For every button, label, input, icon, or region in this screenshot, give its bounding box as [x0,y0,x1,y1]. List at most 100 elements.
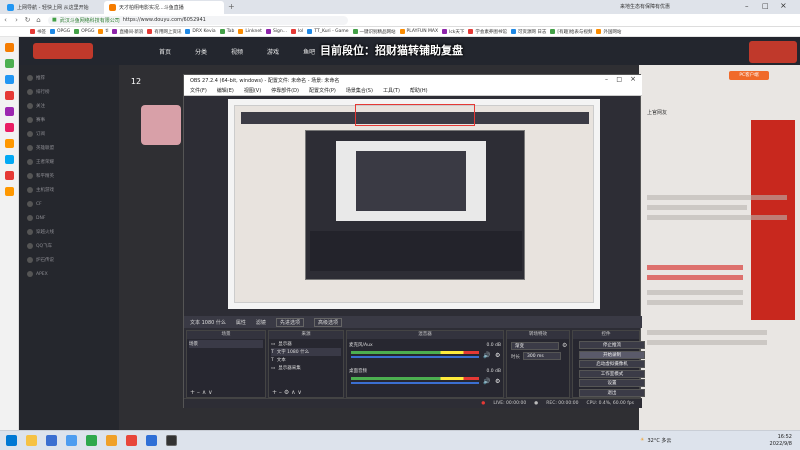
obs-minimize-icon[interactable]: – [605,76,608,83]
sidebar-item[interactable]: 主机游戏 [27,185,117,195]
obs-menu-item[interactable]: 停靠部件(D) [271,87,299,94]
obs-menu-item[interactable]: 配置文件(P) [309,87,336,94]
speaker-icon[interactable]: 🔊 [483,352,490,359]
douyu-nav-item[interactable]: 分类 [195,47,207,56]
source-toolbar-button[interactable]: 高级选项 [313,317,342,327]
ext-icon[interactable] [5,123,14,132]
gear-icon[interactable]: ⚙ [495,378,500,385]
duration-input[interactable]: 300 ms [523,352,561,360]
sidebar-item[interactable]: 和平精英 [27,171,117,181]
control-button[interactable]: 启动虚拟摄像机 [579,360,645,368]
bookmark-item[interactable]: 外国网站 [596,29,621,35]
bookmark-item[interactable]: 书签 [30,29,46,35]
obs-menu-item[interactable]: 工具(T) [383,87,400,94]
obs-menu-item[interactable]: 编辑(E) [217,87,234,94]
reload-icon[interactable]: ↻ [22,15,33,26]
forward-icon[interactable]: › [11,15,22,26]
app-icon[interactable] [146,435,157,446]
source-item[interactable]: ▭ 显示器采集 [271,364,341,372]
streamer-avatar[interactable] [141,105,181,145]
bookmark-item[interactable]: 一键识别精品网站 [352,29,396,35]
ext-icon[interactable] [5,91,14,100]
sidebar-item[interactable]: 关注 [27,101,117,111]
douyu-nav-item[interactable]: 鱼吧 [303,47,315,56]
obs-menu-item[interactable]: 帮助(H) [410,87,428,94]
bookmark-item[interactable]: 学会素养图书馆 [468,29,507,35]
control-button[interactable]: 停止推流 [579,341,645,349]
speaker-icon[interactable]: 🔊 [483,378,490,385]
ext-icon[interactable] [5,139,14,148]
source-item[interactable]: T 文本 [271,356,341,364]
sidebar-item[interactable]: CF [27,199,117,209]
windows-start-icon[interactable] [6,435,17,446]
volume-slider[interactable] [351,356,479,358]
close-icon[interactable]: × [780,1,787,10]
scene-item[interactable]: 场景 [189,340,263,348]
system-clock[interactable]: 16:52 2022/9/8 [770,434,792,448]
app-icon[interactable] [66,435,77,446]
obs-menu-item[interactable]: 文件(F) [190,87,207,94]
ext-icon[interactable] [5,187,14,196]
app-icon[interactable] [126,435,137,446]
sidebar-item[interactable]: 推荐 [27,73,117,83]
bookmark-item[interactable]: Sign... [265,29,287,34]
bookmark-item[interactable]: OPGG [50,29,70,34]
new-tab-icon[interactable]: + [228,2,235,11]
bookmark-item[interactable]: [有趣]给表与视频 [550,29,592,35]
app-icon[interactable] [86,435,97,446]
control-button[interactable]: 退出 [579,388,645,397]
maximize-icon[interactable]: □ [762,2,769,10]
source-item[interactable]: ▭ 显示器 [271,340,341,348]
weather-widget[interactable]: ☀ 32°C 多云 [640,437,671,444]
app-icon[interactable] [106,435,117,446]
bookmark-item[interactable]: PLAYFUN MAX [399,29,438,34]
bookmark-item[interactable]: DRX Kevia [185,29,216,34]
obs-taskbar-icon[interactable] [166,435,177,446]
ext-icon[interactable] [5,107,14,116]
sidebar-item[interactable]: 英雄联盟 [27,143,117,153]
bookmark-item[interactable]: OPGG [74,29,94,34]
sidebar-item[interactable]: DNF [27,213,117,223]
bookmark-item[interactable]: TT_Kuri - Game [307,29,349,34]
ext-icon[interactable] [5,59,14,68]
file-explorer-icon[interactable] [26,435,37,446]
tab-navigation[interactable]: 上网导航 - 轻快上网 从这里开始 [2,1,102,14]
obs-maximize-icon[interactable]: □ [616,76,622,83]
bookmark-item[interactable]: 可资源网 日志 [510,29,546,35]
bookmark-item[interactable]: tl [98,29,108,34]
source-toolbar-button[interactable]: 滤镜 [256,319,266,326]
sidebar-item[interactable]: 王者荣耀 [27,157,117,167]
url-input[interactable]: ■ 武汉斗鱼网络科技有限公司 https://www.douyu.com/605… [48,15,348,25]
sidebar-item[interactable]: QQ飞车 [27,241,117,251]
sidebar-item[interactable]: 排行榜 [27,87,117,97]
source-add-icon[interactable]: + – ⚙ ∧ ∨ [272,389,302,396]
gear-icon[interactable]: ⚙ [495,352,500,359]
transition-select[interactable]: 渐变 [511,342,559,350]
transition-gear-icon[interactable]: ⚙ [562,342,567,349]
pc-client-badge[interactable]: PC客户端 [729,71,769,80]
back-icon[interactable]: ‹ [0,15,11,26]
douyu-nav-item[interactable]: 首页 [159,47,171,56]
sidebar-item[interactable]: 穿越火线 [27,227,117,237]
tab-douyu[interactable]: 天才柏栩电影实况...斗鱼直播 [104,1,224,14]
obs-preview[interactable] [228,99,600,309]
ext-icon[interactable] [5,155,14,164]
browser-icon[interactable] [46,435,57,446]
sidebar-item[interactable]: 订阅 [27,129,117,139]
bookmark-item[interactable]: 直播间·新浪 [112,29,143,35]
volume-slider[interactable] [351,382,479,384]
ext-icon[interactable] [5,43,14,52]
home-icon[interactable]: ⌂ [33,15,44,26]
ext-icon[interactable] [5,75,14,84]
obs-menu-item[interactable]: 视图(V) [244,87,261,94]
obs-close-icon[interactable]: × [630,75,636,83]
bookmark-item[interactable]: 有用网上资讯 [147,29,181,35]
sidebar-item[interactable]: 赛事 [27,115,117,125]
control-button[interactable]: 工作室模式 [579,369,645,378]
source-toolbar-button[interactable]: 属性 [236,319,246,326]
preview-source-selection[interactable] [355,104,475,126]
minimize-icon[interactable]: – [745,2,749,10]
sidebar-item[interactable]: APEX [27,269,117,279]
douyu-nav-item[interactable]: 视频 [231,47,243,56]
control-button[interactable]: 开始录制 [579,350,645,359]
